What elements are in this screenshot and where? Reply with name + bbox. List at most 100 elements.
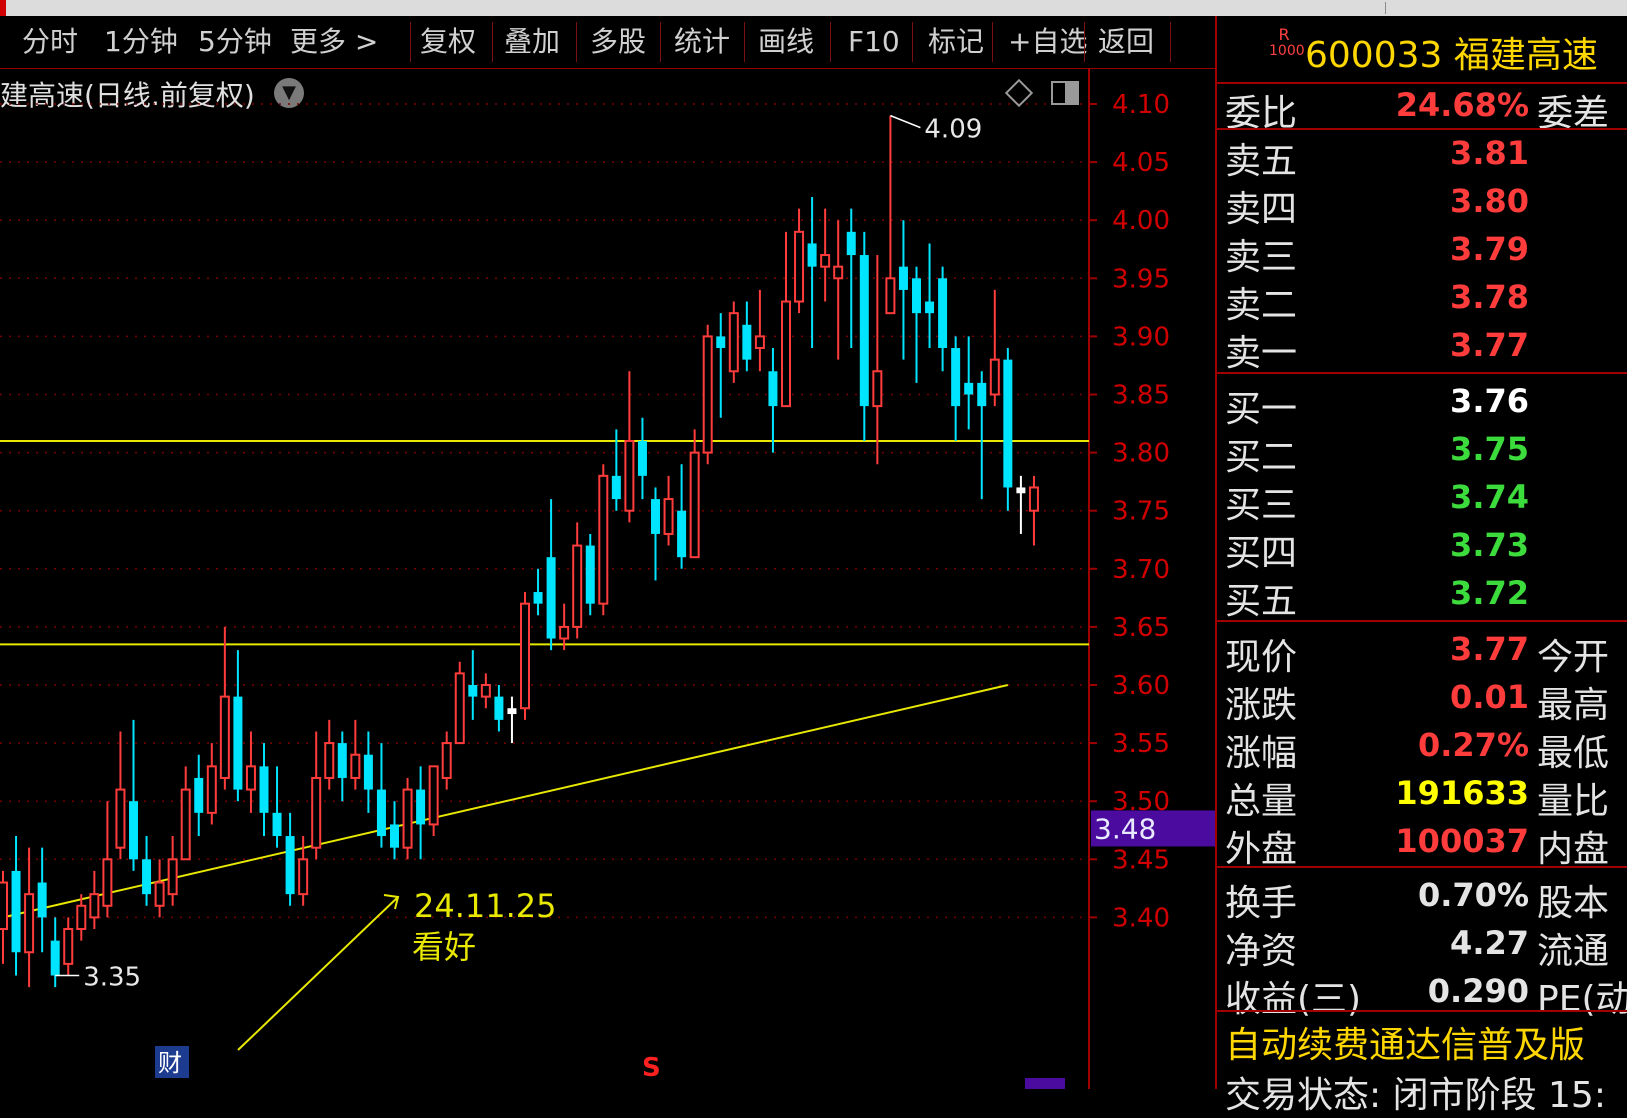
quote-row: 卖二 3.78 [1217, 274, 1627, 326]
quote-row: 外盘 100037 内盘 [1217, 818, 1627, 870]
candle-body [350, 753, 361, 779]
quote-row: 买四 3.73 [1217, 522, 1627, 574]
stock-header: R 1000 600033 福建高速 [1217, 16, 1627, 84]
panel-divider [1217, 866, 1627, 868]
toolbar-item-2[interactable]: 5分钟 [198, 24, 272, 60]
candle-body [598, 474, 609, 605]
toolbar-item-12[interactable]: 返回 [1098, 24, 1154, 60]
quote-label-secondary: 最低 [1537, 733, 1610, 774]
quote-row: 现价 3.77 今开 [1217, 626, 1627, 678]
panel-divider [1217, 372, 1627, 374]
toolbar-item-4[interactable]: 复权 [420, 24, 476, 60]
quote-row: 买五 3.72 [1217, 570, 1627, 622]
quote-row: 收益(三) 0.290 PE(动 [1217, 968, 1627, 1020]
toolbar-separator [492, 22, 493, 62]
toolbar-item-0[interactable]: 分时 [22, 24, 78, 60]
window-top-strip [0, 0, 1627, 16]
toolbar-item-5[interactable]: 叠加 [504, 24, 560, 60]
candle-body [611, 475, 621, 500]
candle-body [76, 904, 87, 931]
toolbar-item-8[interactable]: 画线 [758, 24, 814, 60]
toolbar-separator [576, 22, 577, 62]
candle-body [285, 836, 295, 895]
candle-body [1003, 359, 1013, 488]
candle-body [167, 858, 178, 896]
quote-label-secondary: PE(动 [1537, 979, 1627, 1020]
quote-label-secondary: 今开 [1537, 637, 1610, 678]
quote-label-secondary: 内盘 [1537, 829, 1610, 870]
toolbar-item-1[interactable]: 1分钟 [104, 24, 178, 60]
quote-value: 191633 [1395, 774, 1529, 812]
quote-label-secondary: 量比 [1537, 781, 1610, 822]
price-tick-label: 3.55 [1112, 729, 1170, 759]
candle-body [520, 602, 530, 710]
rating-letter: R [1278, 25, 1290, 44]
candle-body [298, 858, 309, 896]
quote-row: 买三 3.74 [1217, 474, 1627, 526]
candle-body [324, 742, 335, 779]
price-tick-label: 3.80 [1112, 439, 1170, 469]
candle-body [24, 893, 35, 954]
candle-body [977, 382, 987, 407]
toolbar-item-3[interactable]: 更多 > [290, 24, 378, 60]
candle-body [115, 788, 126, 849]
quote-label: 买五 [1225, 581, 1298, 622]
diamond-icon[interactable] [1004, 78, 1034, 108]
quote-label: 涨跌 [1225, 685, 1298, 726]
candle-body [272, 812, 282, 837]
candle-body [663, 498, 674, 535]
signal-s-badge[interactable]: S [642, 1053, 661, 1083]
candle-body [428, 765, 439, 826]
candle-body [390, 824, 399, 848]
toolbar-item-7[interactable]: 统计 [674, 24, 730, 60]
quote-value: 0.290 [1427, 972, 1529, 1010]
candle-body [337, 743, 347, 778]
toolbar-item-6[interactable]: 多股 [590, 24, 646, 60]
candle-body [441, 742, 452, 779]
strip-separator [1385, 2, 1386, 14]
candle-body [572, 544, 583, 628]
quote-value: 3.79 [1450, 230, 1529, 268]
candle-body [0, 881, 8, 931]
price-tick-label: 4.00 [1112, 206, 1170, 236]
quote-label: 总量 [1225, 781, 1298, 822]
toolbar-item-9[interactable]: F10 [848, 24, 900, 60]
candle-body [259, 766, 269, 813]
toolbar-item-10[interactable]: 标记 [928, 24, 984, 60]
toolbar-item-11[interactable]: +自选 [1008, 24, 1087, 60]
quote-value: 3.78 [1450, 278, 1529, 316]
high-marker-line [890, 114, 921, 129]
candle-body [689, 451, 700, 559]
candle-body [311, 776, 322, 849]
quote-row: 净资 4.27 流通 [1217, 920, 1627, 972]
candle-body [637, 440, 647, 476]
candle-body [507, 708, 517, 715]
price-tick-label: 3.45 [1112, 845, 1170, 875]
quote-value: 24.68% [1395, 86, 1529, 124]
stock-name: 福建高速 [1453, 35, 1598, 76]
price-tick-label: 3.75 [1112, 497, 1170, 527]
quote-label: 收益(三) [1225, 979, 1362, 1020]
price-tick-label: 3.95 [1112, 264, 1170, 294]
candle-body [872, 370, 883, 408]
candle-body [585, 545, 595, 604]
rating-badge: R 1000 [1269, 25, 1305, 60]
ad-banner[interactable]: 自动续费通达信普及版 [1225, 1016, 1585, 1068]
quote-value: 3.73 [1450, 526, 1529, 564]
candle-body [781, 300, 791, 408]
candle-body [742, 324, 752, 360]
toolbar-separator [830, 22, 831, 62]
candle-body [37, 882, 47, 918]
quote-label: 涨幅 [1225, 733, 1298, 774]
quote-value: 3.75 [1450, 430, 1529, 468]
candle-body [129, 801, 138, 860]
candle-body [363, 754, 373, 790]
kline-chart[interactable]: 4.10 4.05 4.00 3.95 3.90 3.85 3.80 3.75 3.70 3.65… [0, 68, 1215, 1089]
candle-body [63, 928, 74, 965]
quote-label: 卖四 [1225, 189, 1298, 230]
candle-body [1016, 487, 1026, 494]
candle-body [833, 265, 844, 280]
high-marker-label: 4.09 [924, 115, 982, 145]
chart-toolbar: 分时 1分钟 5分钟 更多 > 复权 叠加 多股 统计 画线 F10 标记 +自选 返回 [0, 16, 1215, 69]
toolbar-separator [410, 22, 411, 62]
